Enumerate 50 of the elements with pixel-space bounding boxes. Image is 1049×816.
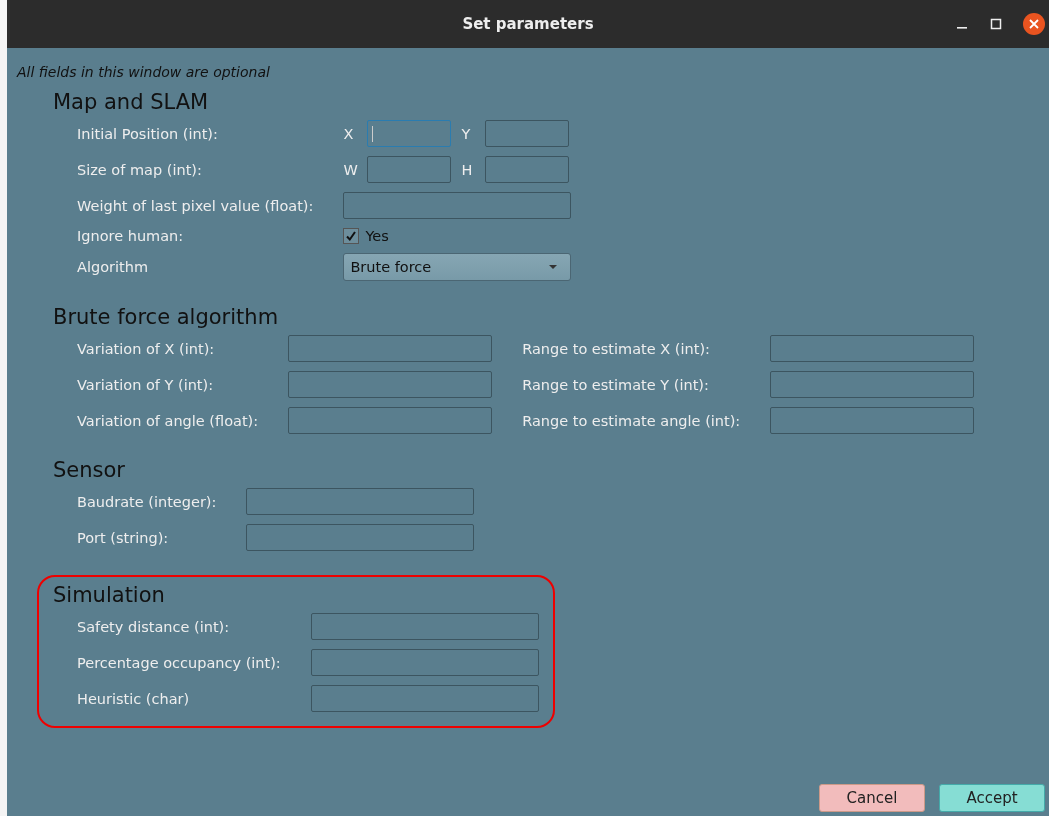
input-field[interactable] (288, 335, 493, 362)
input-field[interactable] (485, 120, 570, 147)
input-field[interactable] (367, 120, 452, 147)
input-field[interactable] (288, 371, 493, 398)
field-label: Port (string): (77, 529, 170, 546)
field-label: Range to estimate angle (int): (522, 412, 741, 429)
maximize-icon[interactable] (989, 17, 1003, 31)
input-field[interactable] (485, 156, 570, 183)
checkbox-label: Yes (365, 228, 389, 244)
field-label: Initial Position (int): (77, 125, 219, 142)
accept-button[interactable]: Accept (939, 784, 1045, 812)
input-field[interactable] (310, 649, 539, 676)
optional-note: All fields in this window are optional (17, 64, 271, 80)
field-prefix: X (343, 125, 355, 142)
input-field[interactable] (770, 407, 975, 434)
input-field[interactable] (770, 335, 975, 362)
field-label: Heuristic (char) (77, 690, 191, 707)
field-label: Weight of last pixel value (float): (77, 197, 314, 214)
field-label: Variation of Y (int): (77, 376, 215, 393)
field-label: Percentage occupancy (int): (77, 654, 281, 671)
input-field[interactable] (246, 524, 475, 551)
section-heading: Simulation (53, 583, 166, 607)
field-label: Algorithm (77, 259, 149, 275)
field-prefix: H (461, 161, 474, 178)
close-icon[interactable] (1023, 13, 1045, 35)
field-label: Safety distance (int): (77, 618, 231, 635)
input-field[interactable] (246, 488, 475, 515)
input-field[interactable] (770, 371, 975, 398)
field-label: Variation of X (int): (77, 340, 216, 357)
algorithm-dropdown[interactable]: Brute force (343, 253, 572, 281)
cancel-button[interactable]: Cancel (819, 784, 925, 812)
field-prefix: W (343, 161, 358, 178)
section-heading: Brute force algorithm (53, 305, 280, 329)
input-field[interactable] (310, 613, 539, 640)
section-heading: Sensor (53, 458, 126, 482)
field-label: Range to estimate Y (int): (522, 376, 710, 393)
input-field[interactable] (288, 407, 493, 434)
section-heading: Map and SLAM (53, 90, 210, 114)
field-label: Range to estimate X (int): (522, 340, 711, 357)
checkbox[interactable] (343, 228, 360, 244)
field-prefix: Y (461, 125, 472, 142)
input-field[interactable] (310, 685, 539, 712)
input-field[interactable] (343, 192, 572, 219)
window-title: Set parameters (462, 15, 594, 33)
field-label: Ignore human: (77, 228, 185, 244)
caret-icon (548, 264, 559, 270)
input-field[interactable] (367, 156, 452, 183)
field-label: Variation of angle (float): (77, 412, 259, 429)
field-label: Size of map (int): (77, 161, 203, 178)
field-label: Baudrate (integer): (77, 493, 217, 510)
